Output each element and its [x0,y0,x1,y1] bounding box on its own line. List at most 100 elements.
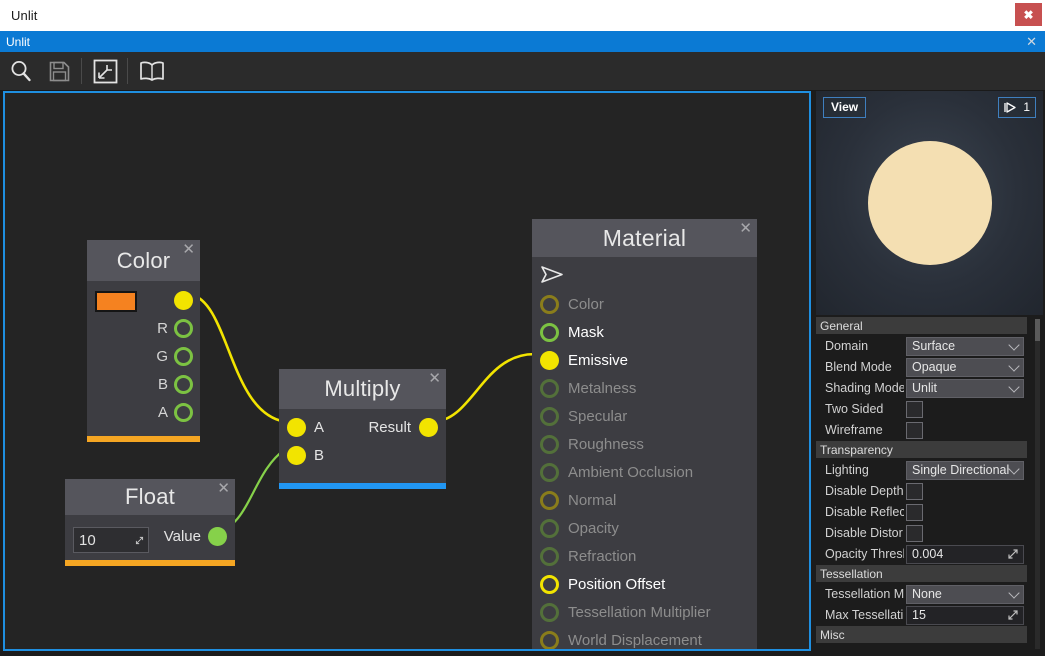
viewport-count-indicator[interactable]: 1 [998,97,1036,118]
material-port-color[interactable] [540,295,559,314]
checkbox-two-sided[interactable] [906,400,923,418]
node-float[interactable]: Float ✕ 10 Value [65,479,235,566]
material-port-refraction[interactable] [540,547,559,566]
float-output-port[interactable] [208,527,227,546]
material-slot-ambient-occlusion[interactable]: Ambient Occlusion [540,463,693,482]
material-slot-opacity[interactable]: Opacity [540,519,619,538]
node-multiply-header[interactable]: Multiply ✕ [279,369,446,409]
node-float-close-icon[interactable]: ✕ [217,481,230,496]
color-port-g[interactable]: G [156,347,193,366]
material-port-roughness[interactable] [540,435,559,454]
search-button[interactable] [2,55,39,88]
multiply-port-result[interactable] [419,418,438,437]
material-slot-metalness[interactable]: Metalness [540,379,636,398]
material-port-opacity[interactable] [540,519,559,538]
material-port-ambient-occlusion[interactable] [540,463,559,482]
dropdown-lighting[interactable]: Single Directional [906,460,1024,480]
dropdown-blend-mode[interactable]: Opaque [906,357,1024,377]
node-color-close-icon[interactable]: ✕ [182,242,195,257]
expand-icon[interactable] [1007,609,1019,624]
material-slot-specular[interactable]: Specular [540,407,627,426]
chevron-down-icon[interactable] [1008,380,1020,393]
material-port-tessellation-multiplier[interactable] [540,603,559,622]
chevron-down-icon[interactable] [1008,338,1020,351]
properties-scrollbar-thumb[interactable] [1035,319,1040,341]
section-header-transparency[interactable]: Transparency [816,441,1027,458]
node-material-close-icon[interactable]: ✕ [739,221,752,236]
node-color-header[interactable]: Color ✕ [87,240,200,281]
checkbox-disable-reflect[interactable] [906,503,923,521]
material-port-specular[interactable] [540,407,559,426]
node-color[interactable]: Color ✕ R G B A [87,240,200,442]
dropdown-tessellation-m[interactable]: None [906,584,1024,604]
material-port-world-displacement[interactable] [540,631,559,649]
section-header-misc[interactable]: Misc [816,626,1027,643]
node-float-footer [65,560,235,566]
play-cursor-icon[interactable] [540,265,566,285]
multiply-input-b[interactable]: B [287,446,324,465]
multiply-input-a[interactable]: A [287,418,324,437]
color-port-b[interactable]: B [158,375,193,394]
color-output-port[interactable] [174,291,193,310]
save-button[interactable] [41,55,78,88]
material-slot-position-offset[interactable]: Position Offset [540,575,665,594]
documentation-button[interactable] [133,55,170,88]
material-preview-viewport[interactable]: View 1 [816,91,1043,315]
checkbox-disable-distor[interactable] [906,524,923,542]
view-menu-button[interactable]: View [823,97,867,118]
dropdown-domain[interactable]: Surface [906,336,1024,356]
material-port-normal[interactable] [540,491,559,510]
material-slot-refraction[interactable]: Refraction [540,547,636,566]
window-close-button[interactable]: ✖ [1015,3,1042,26]
material-slot-mask[interactable]: Mask [540,323,604,342]
graph-canvas[interactable]: Color ✕ R G B A Float ✕ 10 Value Multipl… [3,91,811,651]
chevron-down-icon[interactable] [1008,359,1020,372]
node-multiply-close-icon[interactable]: ✕ [428,371,441,386]
color-port-b-icon[interactable] [174,375,193,394]
expand-icon[interactable] [1007,548,1019,563]
color-swatch[interactable] [95,291,137,312]
float-value-input[interactable]: 10 [73,527,149,553]
color-output-port-row[interactable] [174,291,193,310]
color-label-b: B [157,376,168,393]
color-port-a-icon[interactable] [174,403,193,422]
tab-close-icon[interactable]: ✕ [1026,31,1037,52]
properties-scrollbar[interactable] [1035,319,1040,649]
chevron-down-icon[interactable] [1008,462,1020,475]
property-label: Wireframe [825,423,883,437]
material-slot-roughness[interactable]: Roughness [540,435,644,454]
multiply-port-a[interactable] [287,418,306,437]
node-float-header[interactable]: Float ✕ [65,479,235,515]
material-slot-emissive[interactable]: Emissive [540,351,628,370]
material-port-metalness[interactable] [540,379,559,398]
node-multiply[interactable]: Multiply ✕ A B Result [279,369,446,489]
material-slot-normal[interactable]: Normal [540,491,616,510]
material-port-position-offset[interactable] [540,575,559,594]
dropdown-shading-mode[interactable]: Unlit [906,378,1024,398]
section-header-general[interactable]: General [816,317,1027,334]
multiply-port-b[interactable] [287,446,306,465]
color-port-r-icon[interactable] [174,319,193,338]
material-port-emissive[interactable] [540,351,559,370]
color-port-g-icon[interactable] [174,347,193,366]
number-input-opacity-thresl[interactable]: 0.004 [906,544,1024,564]
material-port-mask[interactable] [540,323,559,342]
color-port-a[interactable]: A [158,403,193,422]
material-slot-tessellation-multiplier[interactable]: Tessellation Multiplier [540,603,711,622]
color-port-r[interactable]: R [157,319,193,338]
checkbox-wireframe[interactable] [906,421,923,439]
node-material[interactable]: Material ✕ Color Mask Emissive Metalness Spe… [532,219,757,649]
multiply-output-row[interactable]: Result [368,418,438,437]
material-slot-color[interactable]: Color [540,295,604,314]
checkbox-disable-depth[interactable] [906,482,923,500]
expand-button[interactable] [87,55,124,88]
material-slot-world-displacement[interactable]: World Displacement [540,631,702,649]
chevron-down-icon[interactable] [1008,586,1020,599]
node-material-header[interactable]: Material ✕ [532,219,757,257]
float-expand-icon[interactable] [135,534,148,547]
tab-unlit[interactable]: Unlit [0,35,30,49]
float-output-row[interactable]: Value [164,527,227,546]
number-input-max-tessellati[interactable]: 15 [906,605,1024,625]
section-header-tessellation[interactable]: Tessellation [816,565,1027,582]
property-label: Opacity Thresl [825,547,904,561]
